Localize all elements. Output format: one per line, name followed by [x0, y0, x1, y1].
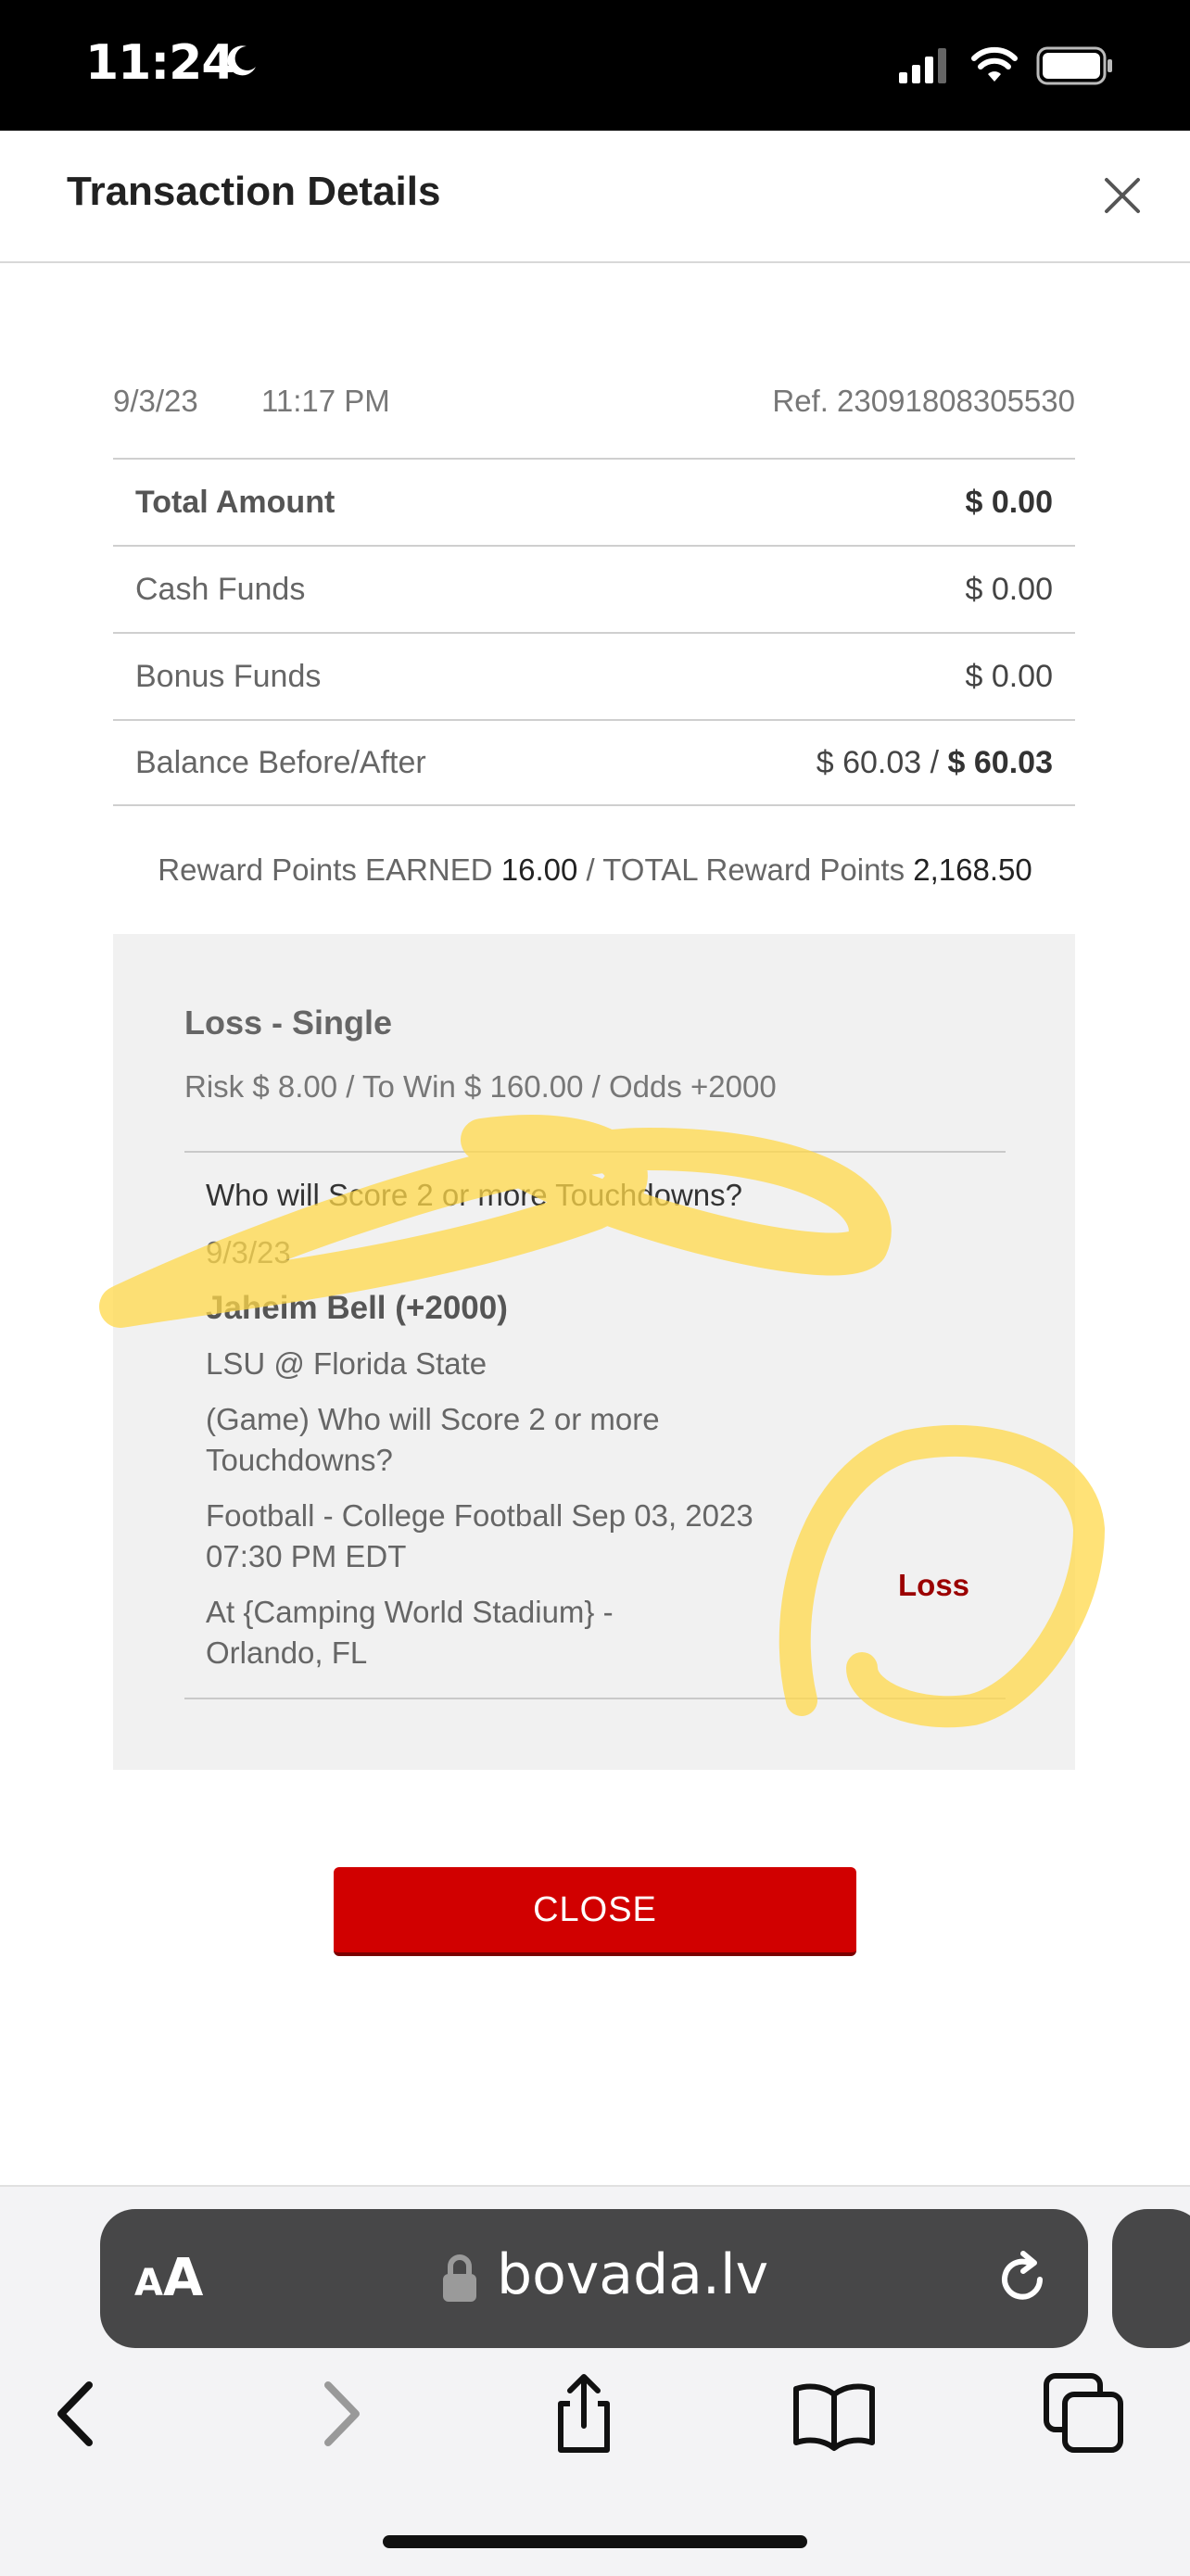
leg-date: 9/3/23 [206, 1235, 291, 1269]
url-domain[interactable]: bovada.lv [497, 2242, 768, 2307]
leg-question: Who will Score 2 or more Touchdowns? [206, 1178, 742, 1212]
home-indicator [383, 2535, 807, 2548]
transaction-date: 9/3/23 [113, 384, 198, 418]
next-tab-peek[interactable] [1112, 2209, 1190, 2348]
leg-sport-info: Football - College Football Sep 03, 2023… [206, 1498, 753, 1573]
reload-icon[interactable] [992, 2249, 1053, 2310]
lock-icon [443, 2254, 476, 2302]
bookmarks-icon[interactable] [792, 2372, 876, 2456]
leg-matchup: LSU @ Florida State [206, 1346, 487, 1381]
reader-settings-button[interactable]: AA [134, 2248, 203, 2308]
close-button[interactable]: CLOSE [334, 1867, 856, 1956]
moon-icon [227, 45, 256, 76]
bonus-funds-row: Bonus Funds $ 0.00 [113, 632, 1075, 719]
bet-risk-line: Risk $ 8.00 / To Win $ 160.00 / Odds +20… [184, 1069, 777, 1104]
reward-earned-value: 16.00 [500, 852, 578, 887]
reward-earned-label: Reward Points EARNED [158, 852, 493, 887]
battery-icon [1036, 46, 1112, 85]
cellular-signal-icon [899, 48, 946, 83]
cash-funds-label: Cash Funds [135, 571, 306, 607]
tabs-icon[interactable] [1043, 2372, 1126, 2456]
bonus-funds-label: Bonus Funds [135, 658, 322, 694]
close-icon[interactable] [1099, 172, 1146, 219]
leg-game-desc: (Game) Who will Score 2 or more Touchdow… [206, 1402, 660, 1477]
card-divider [184, 1698, 1006, 1699]
balance-label: Balance Before/After [135, 744, 426, 780]
leg-venue: At {Camping World Stadium} - Orlando, FL [206, 1595, 614, 1670]
total-amount-value: $ 0.00 [965, 484, 1053, 520]
transaction-time: 11:17 PM [261, 384, 390, 418]
total-amount-row: Total Amount $ 0.00 [113, 458, 1075, 545]
wifi-icon [971, 46, 1018, 82]
balance-after: $ 60.03 [947, 744, 1053, 780]
balance-before: $ 60.03 / [816, 744, 940, 780]
bonus-funds-value: $ 0.00 [965, 658, 1053, 694]
balance-row: Balance Before/After $ 60.03 / $ 60.03 [113, 719, 1075, 806]
card-divider [184, 1151, 1006, 1153]
modal-title: Transaction Details [67, 169, 441, 214]
reward-separator: / [586, 852, 595, 887]
reference-number: Ref. 23091808305530 [772, 384, 1075, 418]
reward-total-label: TOTAL Reward Points [602, 852, 905, 887]
summary-table: Total Amount $ 0.00 Cash Funds $ 0.00 Bo… [113, 458, 1075, 806]
forward-icon[interactable] [297, 2372, 380, 2456]
leg-pick: Jaheim Bell (+2000) [206, 1290, 508, 1326]
aa-small-label: A [134, 2262, 163, 2305]
back-icon[interactable] [37, 2372, 120, 2456]
bet-title: Loss - Single [184, 1004, 393, 1042]
aa-big-label: A [162, 2248, 204, 2308]
leg-result: Loss [898, 1568, 970, 1602]
status-time: 11:24 [85, 35, 235, 91]
reward-total-value: 2,168.50 [913, 852, 1032, 887]
cash-funds-value: $ 0.00 [965, 571, 1053, 607]
total-amount-label: Total Amount [135, 484, 335, 520]
share-icon[interactable] [542, 2372, 626, 2456]
cash-funds-row: Cash Funds $ 0.00 [113, 545, 1075, 632]
reward-points: Reward Points EARNED 16.00 / TOTAL Rewar… [0, 852, 1190, 888]
